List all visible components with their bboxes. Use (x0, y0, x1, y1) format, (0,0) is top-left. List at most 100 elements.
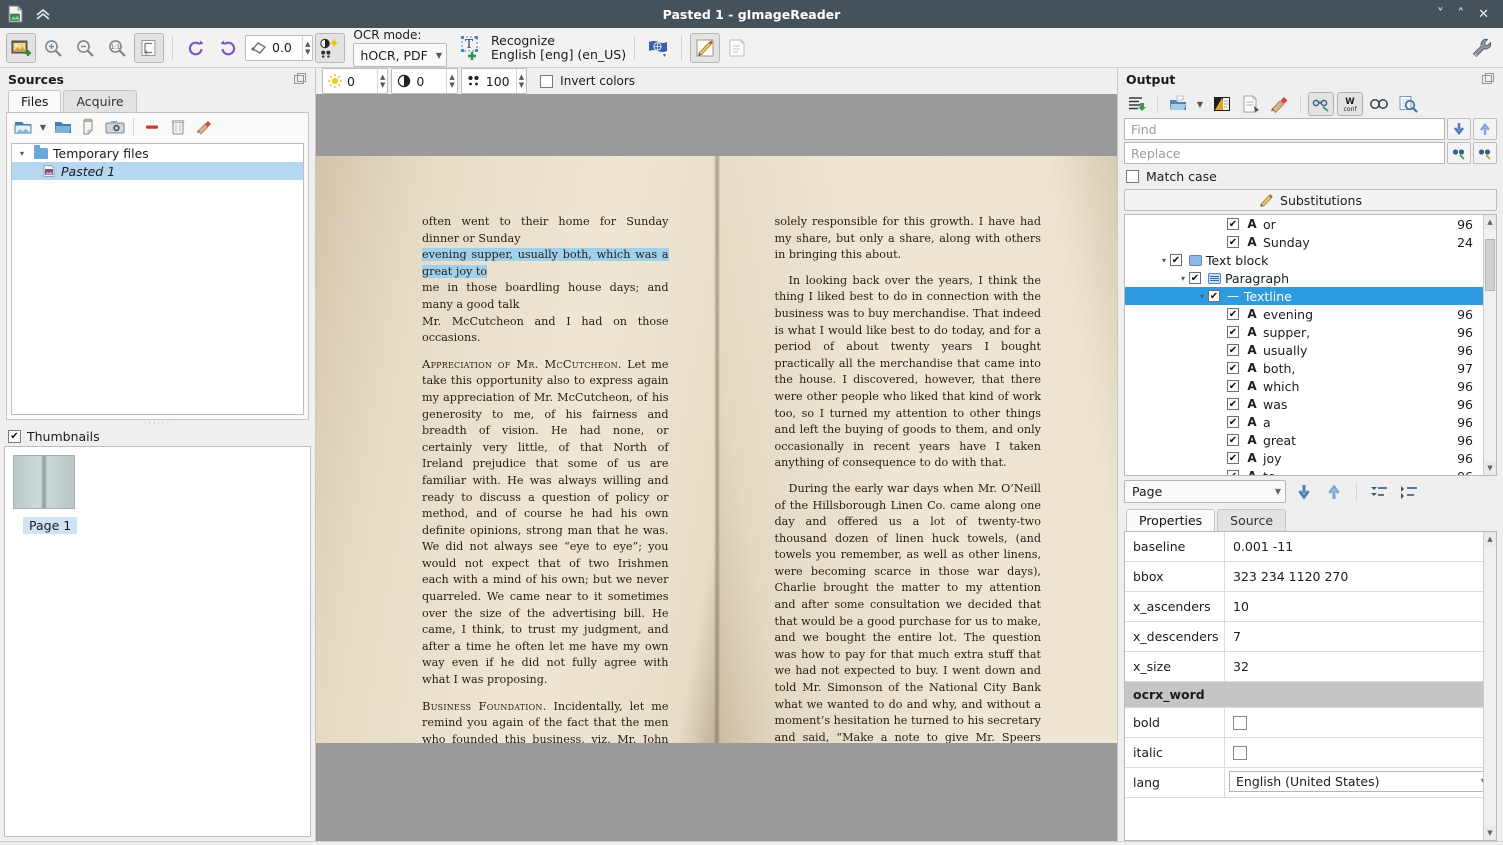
thumbnail-image[interactable] (13, 455, 75, 509)
rotate-left-button[interactable] (181, 33, 211, 63)
output-tree-row[interactable]: ✔Ato96 (1125, 467, 1483, 475)
open-folder-icon[interactable] (51, 115, 75, 139)
thumbnail-caption[interactable]: Page 1 (23, 517, 77, 534)
open-image-button[interactable] (6, 33, 36, 63)
edit-mode-button[interactable] (690, 33, 720, 63)
row-checkbox[interactable]: ✔ (1227, 218, 1239, 230)
undock-icon[interactable] (293, 72, 307, 86)
nav-down-button[interactable] (1292, 481, 1316, 503)
row-checkbox[interactable]: ✔ (1227, 398, 1239, 410)
thumbnails-checkbox[interactable]: ✔ (8, 430, 21, 443)
output-tree-row[interactable]: ✔Awas96 (1125, 395, 1483, 413)
match-case-checkbox[interactable] (1126, 170, 1139, 183)
tree-item-pasted-1[interactable]: Pasted 1 (12, 162, 303, 180)
document-left-page[interactable]: often went to their home for Sunday dinn… (316, 156, 717, 743)
property-checkbox[interactable] (1225, 738, 1496, 767)
contrast-value[interactable]: 0 (412, 74, 446, 89)
output-document-button[interactable] (722, 33, 752, 63)
stepper-down-icon[interactable]: ▼ (305, 48, 310, 56)
property-row[interactable]: langEnglish (United States)▼ (1125, 768, 1496, 798)
expander-icon[interactable]: ▾ (1177, 274, 1189, 283)
dropdown-arrow-icon[interactable]: ▼ (37, 115, 49, 139)
preview-icon[interactable] (1395, 92, 1421, 116)
property-row[interactable]: bold (1125, 708, 1496, 738)
output-tree-row[interactable]: ✔Ausually96 (1125, 341, 1483, 359)
properties-table[interactable]: baseline0.001 -11bbox323 234 1120 270x_a… (1124, 531, 1497, 841)
doc-line-highlighted[interactable]: evening supper, usually both, which was … (422, 248, 669, 278)
collapse-all-button[interactable] (1367, 481, 1391, 503)
find-input[interactable]: Find (1124, 118, 1445, 140)
open-hocr-icon[interactable] (1165, 92, 1191, 116)
contrast-spinbox[interactable]: 0 ▲ ▼ (391, 68, 457, 94)
rotation-stepper[interactable]: ▲ ▼ (302, 36, 310, 60)
row-checkbox[interactable]: ✔ (1227, 416, 1239, 428)
row-checkbox[interactable]: ✔ (1227, 452, 1239, 464)
brightness-stepper[interactable]: ▲ ▼ (377, 69, 385, 93)
row-checkbox[interactable]: ✔ (1227, 362, 1239, 374)
output-tree-row[interactable]: ▾✔—Textline (1125, 287, 1483, 305)
sources-file-tree[interactable]: ▾ Temporary files Pasted 1 (11, 143, 304, 415)
invert-colors-checkbox[interactable] (540, 75, 553, 88)
clear-output-icon[interactable] (1267, 92, 1293, 116)
add-images-icon[interactable] (11, 115, 35, 139)
stepper-up-icon[interactable]: ▲ (305, 40, 310, 48)
row-checkbox[interactable]: ✔ (1227, 236, 1239, 248)
sources-splitter[interactable]: ······ (0, 420, 315, 427)
row-checkbox[interactable]: ✔ (1208, 290, 1220, 302)
clear-list-icon[interactable] (192, 115, 216, 139)
page-scope-combo[interactable]: Page ▼ (1124, 480, 1286, 503)
word-confidence-icon[interactable]: W conf (1337, 92, 1363, 116)
replace-input[interactable]: Replace (1124, 142, 1445, 164)
row-checkbox[interactable]: ✔ (1189, 272, 1201, 284)
open-dropdown-icon[interactable]: ▼ (1194, 92, 1206, 116)
invert-colors-group[interactable]: Invert colors (540, 74, 635, 88)
property-row[interactable]: baseline0.001 -11 (1125, 532, 1496, 562)
resolution-value[interactable]: 100 (482, 74, 516, 89)
scroll-up-icon[interactable]: ▲ (1484, 532, 1496, 546)
replace-button[interactable] (1447, 142, 1471, 164)
contrast-stepper[interactable]: ▲ ▼ (446, 69, 454, 93)
expand-all-button[interactable] (1397, 481, 1421, 503)
property-row[interactable]: italic (1125, 738, 1496, 768)
output-tree-scrollbar[interactable]: ▲ ▼ (1483, 215, 1496, 475)
output-tree-row[interactable]: ✔Aboth,97 (1125, 359, 1483, 377)
output-tree-row[interactable]: ✔Aor96 (1125, 215, 1483, 233)
preview-chain-icon[interactable] (1366, 92, 1392, 116)
output-tree-row[interactable]: ✔Awhich96 (1125, 377, 1483, 395)
tab-properties[interactable]: Properties (1126, 509, 1215, 531)
brightness-spinbox[interactable]: 0 ▲ ▼ (322, 68, 388, 94)
properties-scrollbar[interactable]: ▲ ▼ (1483, 532, 1496, 840)
scroll-down-icon[interactable]: ▼ (1484, 461, 1496, 475)
row-checkbox[interactable]: ✔ (1227, 326, 1239, 338)
tab-files[interactable]: Files (8, 90, 61, 112)
expander-icon[interactable]: ▾ (1196, 292, 1208, 301)
property-row[interactable]: x_size32 (1125, 652, 1496, 682)
document-right-page[interactable]: solely responsible for this growth. I ha… (717, 156, 1118, 743)
property-row[interactable]: x_ascenders10 (1125, 592, 1496, 622)
nav-up-button[interactable] (1322, 481, 1346, 503)
row-checkbox[interactable]: ✔ (1227, 308, 1239, 320)
zoom-out-button[interactable] (70, 33, 100, 63)
paste-clipboard-icon[interactable] (77, 115, 101, 139)
close-button[interactable]: ✕ (1478, 8, 1489, 21)
delete-trash-icon[interactable] (166, 115, 190, 139)
tree-item-temporary-files[interactable]: ▾ Temporary files (12, 144, 303, 162)
stepper-up-icon[interactable]: ▲ (519, 73, 524, 81)
property-checkbox[interactable] (1225, 708, 1496, 737)
rotation-spinbox[interactable]: 0.0 ▲ ▼ (245, 35, 313, 61)
language-button[interactable] (643, 33, 673, 63)
output-tree-row[interactable]: ✔Aa96 (1125, 413, 1483, 431)
output-tree-row[interactable]: ✔Aevening96 (1125, 305, 1483, 323)
row-checkbox[interactable]: ✔ (1227, 470, 1239, 475)
output-tree-row[interactable]: ✔ASunday24 (1125, 233, 1483, 251)
rotation-value[interactable]: 0.0 (268, 40, 302, 55)
expander-icon[interactable]: ▾ (20, 149, 29, 158)
stepper-up-icon[interactable]: ▲ (380, 73, 385, 81)
rotate-right-button[interactable] (213, 33, 243, 63)
expander-icon[interactable]: ▾ (1158, 256, 1170, 265)
resolution-spinbox[interactable]: 100 ▲ ▼ (461, 68, 527, 94)
screenshot-icon[interactable] (103, 115, 127, 139)
output-tree-row[interactable]: ▾✔Paragraph (1125, 269, 1483, 287)
insert-text-icon[interactable] (1124, 92, 1150, 116)
ocr-mode-combo[interactable]: hOCR, PDF ▼ (353, 43, 447, 67)
